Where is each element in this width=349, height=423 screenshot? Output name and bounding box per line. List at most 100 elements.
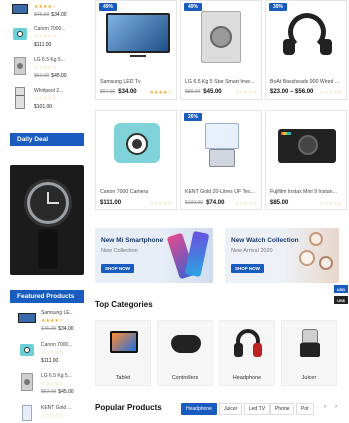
category-card[interactable]: Tablet xyxy=(95,320,151,386)
product-name[interactable]: LG 6.5 Kg 5... xyxy=(34,57,66,63)
product-name[interactable]: KENT Gold 20-Litres UF Tec... xyxy=(185,189,263,195)
currency-tag[interactable]: US$ xyxy=(334,296,348,304)
product-price: $100.00 $74.00 xyxy=(185,200,225,206)
product-price: $52.00 $45.00 xyxy=(41,389,74,395)
tab-juicer[interactable]: Juicer xyxy=(219,403,243,415)
rating-stars: ☆☆☆☆☆ xyxy=(34,65,57,71)
category-label: Headphone xyxy=(232,375,262,381)
daily-deal-image[interactable] xyxy=(10,165,84,275)
rating-stars: ☆☆☆☆☆ xyxy=(149,201,172,207)
banner-smartphone[interactable]: New Mi Smartphone New Collection SHOP NO… xyxy=(95,228,213,283)
rating-stars: ☆☆☆☆☆ xyxy=(34,34,57,40)
product-price: $88.00 $45.00 xyxy=(185,89,222,95)
list-item[interactable]: Canon 7000... ☆☆☆☆☆ $111.00 xyxy=(10,24,85,56)
product-name[interactable]: LG 6.5 Kg 5 Star Smart Inve... xyxy=(185,79,263,85)
product-price: $85.00 xyxy=(270,200,289,206)
list-item[interactable]: LG 6.5 Kg 5... ☆☆☆☆☆ $52.00 $45.00 xyxy=(10,55,85,87)
rating-stars: ☆☆☆☆☆ xyxy=(234,90,257,96)
product-card[interactable]: 49% LG 6.5 Kg 5 Star Smart Inve... $88.0… xyxy=(180,0,262,100)
product-card[interactable]: 39% BoAt Bassheads 900 Wired ... $23.00 … xyxy=(265,0,347,100)
rating-stars: ★★★★☆ xyxy=(41,318,64,324)
category-card[interactable]: Controllers xyxy=(157,320,213,386)
rating-stars: ☆☆☆☆☆ xyxy=(319,90,342,96)
product-card[interactable]: Fujifilm Instax Mini 9 Instan... $85.00 … xyxy=(265,110,347,210)
featured-heading: Featured Products xyxy=(10,290,84,303)
category-label: Juicer xyxy=(301,375,317,381)
category-label: Tablet xyxy=(115,375,131,381)
section-title: Top Categories xyxy=(95,300,153,309)
banner-title: New Mi Smartphone xyxy=(101,237,164,244)
product-price: $23.00 – $56.00 xyxy=(270,89,314,95)
product-name[interactable]: Samsung LE... xyxy=(41,310,73,316)
currency-tag[interactable]: USD xyxy=(334,285,348,293)
product-name[interactable]: Fujifilm Instax Mini 9 Instan... xyxy=(270,189,348,195)
discount-badge: 26% xyxy=(184,113,203,121)
watch-image xyxy=(299,250,315,266)
rating-stars: ☆☆☆☆☆ xyxy=(41,350,64,356)
tab-headphone[interactable]: Headphone xyxy=(181,403,217,415)
prev-arrow-icon[interactable]: ‹ xyxy=(324,404,326,410)
product-card[interactable]: Canon 7000 Camera $111.00 ☆☆☆☆☆ xyxy=(95,110,177,210)
category-label: Controllers xyxy=(171,375,199,381)
product-image[interactable] xyxy=(106,13,170,53)
banner-subtitle: New Collection xyxy=(101,248,138,254)
banner-title: New Watch Collection xyxy=(231,237,299,244)
product-name[interactable]: Canon 7000... xyxy=(41,342,73,348)
product-card[interactable]: 49% Samsung LED Tv $67.00 $34.00 ★★★★☆ xyxy=(95,0,177,100)
product-name[interactable]: Whirlpool 2... xyxy=(34,88,66,94)
product-thumbnail xyxy=(10,24,30,48)
category-card[interactable]: Juicer xyxy=(281,320,337,386)
discount-badge: 39% xyxy=(269,3,288,11)
phone-image xyxy=(184,230,210,278)
tab-led-tv[interactable]: Led TV xyxy=(244,403,271,415)
shop-now-button[interactable]: SHOP NOW xyxy=(231,264,264,273)
list-item[interactable]: Canon 7000... ☆☆☆☆☆ $111.00 xyxy=(17,340,92,372)
list-item[interactable]: KENT Gold ... ☆☆☆☆☆ xyxy=(17,403,92,423)
product-image[interactable] xyxy=(114,123,160,163)
product-image[interactable] xyxy=(201,11,241,63)
discount-badge: 49% xyxy=(99,3,118,11)
product-thumbnail xyxy=(10,55,30,79)
product-price: $101.00 xyxy=(34,104,53,110)
rating-stars: ☆☆☆☆☆ xyxy=(319,201,342,207)
product-name[interactable]: Canon 7000... xyxy=(34,26,66,32)
product-price: $45.00 $34.00 xyxy=(34,12,67,18)
product-name[interactable]: KENT Gold ... xyxy=(41,405,73,411)
product-price: $111.00 xyxy=(34,42,52,48)
daily-deal-heading: Daily Deal xyxy=(10,133,84,146)
product-price: $52.00 $45.00 xyxy=(34,73,67,79)
banner-subtitle: New Arrival 2020 xyxy=(231,248,273,254)
product-image[interactable] xyxy=(278,129,336,163)
discount-badge: 49% xyxy=(184,3,203,11)
product-thumbnail xyxy=(10,86,30,110)
product-thumbnail xyxy=(17,403,37,423)
product-image[interactable] xyxy=(205,123,239,149)
featured-list: Samsung LE... ★★★★☆ $45.00 $34.00 Canon 7… xyxy=(17,308,87,423)
product-thumbnail xyxy=(10,0,30,24)
product-price: $111.00 xyxy=(41,358,59,364)
tablet-image xyxy=(110,331,138,353)
product-card[interactable]: 26% KENT Gold 20-Litres UF Tec... $100.0… xyxy=(180,110,262,210)
product-name[interactable]: LG 6.5 Kg 5... xyxy=(41,373,73,379)
rating-stars: ☆☆☆☆☆ xyxy=(234,201,257,207)
list-item[interactable]: Samsung LE... ★★★★☆ $45.00 $34.00 xyxy=(17,308,92,340)
product-name[interactable]: BoAt Bassheads 900 Wired ... xyxy=(270,79,348,85)
watch-image xyxy=(309,232,323,246)
tab-phone[interactable]: Phone xyxy=(270,403,295,415)
rating-stars: ☆☆☆☆☆ xyxy=(41,413,64,419)
product-thumbnail xyxy=(17,308,37,332)
product-name[interactable]: Samsung LED Tv xyxy=(100,79,178,85)
list-item[interactable]: LG 6.5 Kg 5... ☆☆☆☆☆ $52.00 $45.00 xyxy=(17,371,92,403)
product-thumbnail xyxy=(17,371,37,395)
section-title: Popular Products xyxy=(95,403,162,412)
tab-pot[interactable]: Pot xyxy=(296,403,314,415)
rating-stars: ★★★★☆ xyxy=(149,90,172,96)
category-card[interactable]: Headphone xyxy=(219,320,275,386)
shop-now-button[interactable]: SHOP NOW xyxy=(101,264,134,273)
next-arrow-icon[interactable]: › xyxy=(335,404,337,410)
product-price: $45.00 $34.00 xyxy=(41,326,74,332)
list-item[interactable]: Whirlpool 2... ☆☆☆☆☆ $101.00 xyxy=(10,86,85,118)
product-name[interactable]: Canon 7000 Camera xyxy=(100,189,178,195)
product-price: $111.00 xyxy=(100,200,122,206)
banner-watch[interactable]: New Watch Collection New Arrival 2020 SH… xyxy=(225,228,339,283)
